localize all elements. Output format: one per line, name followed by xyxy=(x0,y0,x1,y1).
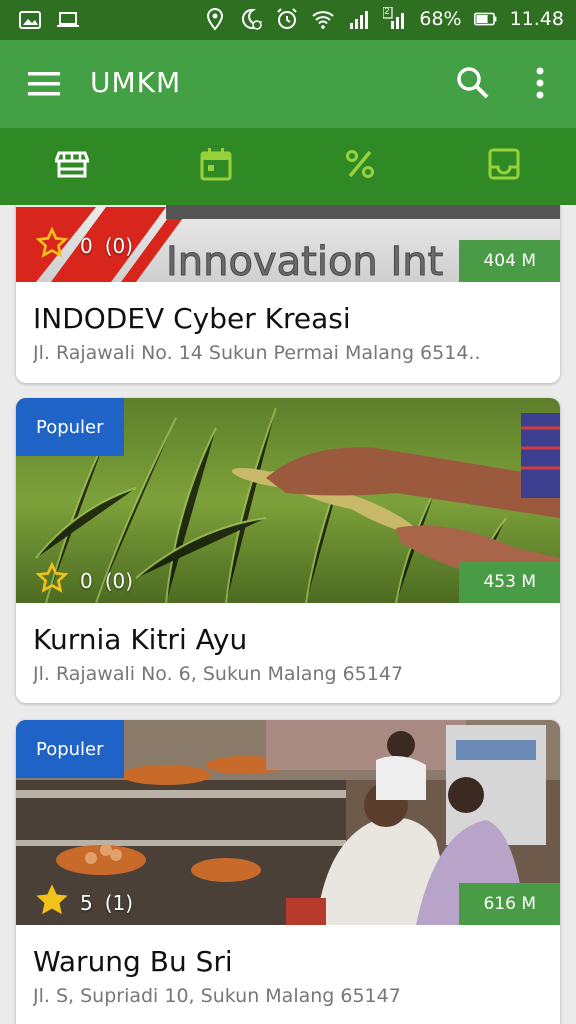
business-address: Jl. Rajawali No. 14 Sukun Permai Malang … xyxy=(33,342,481,364)
calendar-icon xyxy=(199,147,233,186)
distance-badge: 453 M xyxy=(459,561,560,603)
more-vert-icon[interactable] xyxy=(530,66,550,100)
rating: 0 (0) xyxy=(35,561,134,599)
business-address: Jl. S, Supriadi 10, Sukun Malang 65147 xyxy=(33,985,401,1007)
rating-value: 5 xyxy=(80,890,93,915)
signal-icon xyxy=(347,7,371,31)
alarm-icon xyxy=(275,7,299,31)
business-info: Kurnia Kitri Ayu Jl. Rajawali No. 6, Suk… xyxy=(16,603,560,703)
signal-sim2-icon: 2 xyxy=(382,6,407,31)
wifi-icon xyxy=(311,7,335,31)
business-card[interactable]: Populer 0 (0) 453 M Kurnia Kitri Ayu Jl.… xyxy=(16,398,560,703)
moon-clock-icon xyxy=(239,7,263,31)
business-name: Warung Bu Sri xyxy=(33,945,233,978)
business-info: Warung Bu Sri Jl. S, Supriadi 10, Sukun … xyxy=(16,925,560,1024)
distance-badge: 404 M xyxy=(459,240,560,282)
rating: 5 (1) xyxy=(36,884,133,921)
location-icon xyxy=(203,7,227,31)
battery-icon xyxy=(473,7,498,31)
business-list[interactable]: Innovation Int 0 (0) 404 M INDODEV Cyber… xyxy=(0,205,576,1024)
business-info: INDODEV Cyber Kreasi Jl. Rajawali No. 14… xyxy=(16,282,560,382)
battery-percent: 68% xyxy=(419,8,462,30)
app-bar: UMKM xyxy=(0,40,576,128)
tab-store[interactable] xyxy=(0,128,144,205)
tab-inbox[interactable] xyxy=(432,128,576,205)
rating-count: (0) xyxy=(104,233,134,258)
tab-calendar[interactable] xyxy=(144,128,288,205)
gallery-icon xyxy=(18,8,42,32)
clock-time: 11.48 xyxy=(509,8,564,30)
rating-value: 0 xyxy=(80,233,93,258)
status-bar: 2 68% 11.48 xyxy=(0,0,576,40)
business-address: Jl. Rajawali No. 6, Sukun Malang 65147 xyxy=(33,663,404,685)
rating-value: 0 xyxy=(80,568,93,593)
star-filled-icon xyxy=(36,884,68,921)
star-outline-icon xyxy=(35,226,69,264)
rating: 0 (0) xyxy=(35,226,134,264)
populer-badge: Populer xyxy=(16,398,124,456)
menu-icon[interactable] xyxy=(28,70,62,98)
inbox-icon xyxy=(487,147,521,186)
laptop-icon xyxy=(56,8,80,32)
rating-count: (1) xyxy=(104,890,134,915)
sim2-label: 2 xyxy=(384,6,390,16)
business-name: INDODEV Cyber Kreasi xyxy=(33,302,351,335)
category-tab-bar xyxy=(0,128,576,205)
business-card[interactable]: Innovation Int 0 (0) 404 M INDODEV Cyber… xyxy=(16,205,560,383)
logo-text: Innovation Int xyxy=(166,239,443,282)
rating-count: (0) xyxy=(104,568,134,593)
tab-discount[interactable] xyxy=(288,128,432,205)
business-name: Kurnia Kitri Ayu xyxy=(33,623,248,656)
search-icon[interactable] xyxy=(456,66,490,100)
star-outline-icon xyxy=(35,561,69,599)
store-icon xyxy=(53,147,91,186)
app-title: UMKM xyxy=(90,66,182,99)
populer-badge: Populer xyxy=(16,720,124,778)
percent-icon xyxy=(343,147,377,186)
distance-badge: 616 M xyxy=(459,883,560,925)
business-card[interactable]: Populer 5 (1) 616 M Warung Bu Sri Jl. S,… xyxy=(16,720,560,1024)
